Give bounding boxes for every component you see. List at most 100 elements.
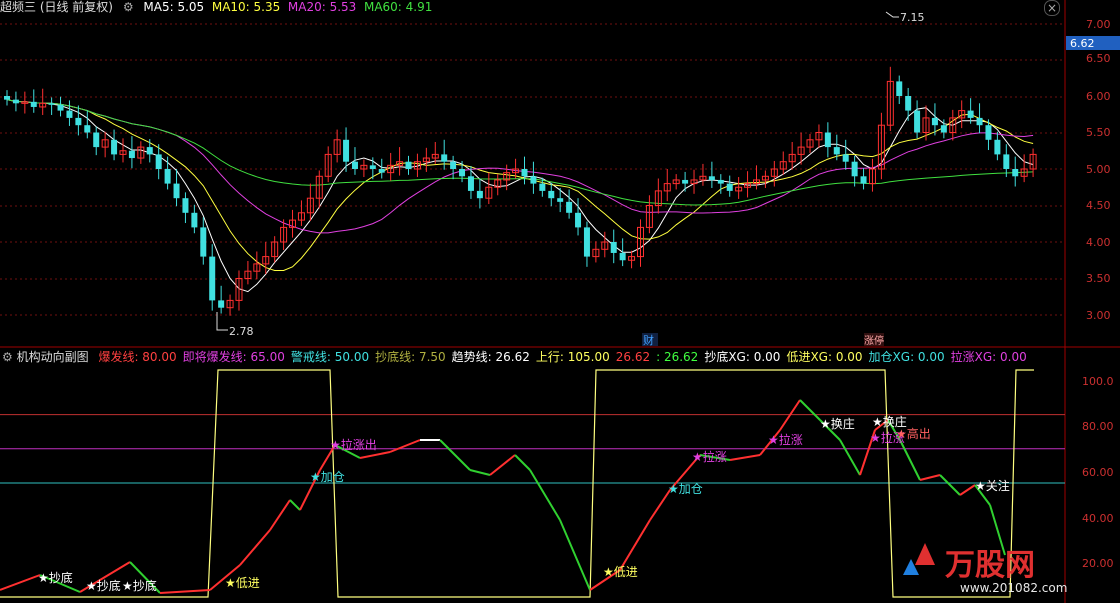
candle-body	[93, 132, 100, 148]
candle-body	[191, 212, 198, 228]
signal-label: ★抄底	[122, 578, 157, 593]
candle-body	[824, 132, 831, 148]
signal-label: ★抄底	[86, 578, 121, 593]
price-tick: 5.00	[1086, 163, 1111, 176]
candle-body	[173, 183, 180, 199]
candle-body	[441, 154, 448, 162]
signal-label: ★低进	[603, 565, 638, 579]
signal-label: ★拉涨	[692, 449, 727, 464]
signal-label: ★拉涨	[768, 432, 803, 447]
candle-body	[209, 256, 216, 301]
indicator-label: 加仓XG: 0.00	[868, 350, 945, 364]
candle-body	[976, 117, 983, 126]
candle-body	[111, 139, 118, 155]
candle-body	[450, 161, 457, 169]
close-icon[interactable]: ×	[1044, 0, 1060, 16]
candle-body	[967, 110, 974, 118]
stock-chart[interactable]: ★抄底★抄底 ★抄底 ★低进★加仓★拉涨出★低进★加仓★拉涨★拉涨★换庄★拉涨★高出…	[0, 0, 1120, 603]
candle-body	[1012, 169, 1019, 177]
candle-body	[57, 104, 64, 111]
signal-label: ★加仓	[310, 470, 345, 484]
candle-body	[896, 81, 903, 96]
settings-icon[interactable]: ⚙	[123, 0, 134, 14]
candle-body	[521, 169, 528, 177]
candle-body	[1003, 154, 1010, 169]
price-tick: 4.50	[1086, 199, 1111, 212]
candle-body	[343, 139, 350, 162]
sub-header: ⚙ 机构动向副图 爆发线: 80.00 即将爆发线: 65.00 警戒线: 50.0…	[2, 350, 1027, 364]
tag-label: 涨停	[864, 334, 884, 347]
cai-label: 财	[643, 333, 654, 347]
signal-label: ★换庄	[872, 414, 907, 429]
candle-body	[476, 190, 483, 199]
candle-body	[931, 117, 938, 126]
indicator-label: 26.62	[615, 350, 651, 364]
signal-label: ★关注	[975, 478, 1010, 493]
current-price-label: 6.62	[1070, 37, 1095, 50]
candle-body	[369, 165, 376, 169]
indicator-label: 低进XG: 0.00	[786, 350, 863, 364]
ma60-label: MA60: 4.91	[363, 0, 433, 14]
price-tick: 3.00	[1086, 309, 1111, 322]
candle-body	[155, 154, 162, 169]
candle-body	[619, 252, 626, 261]
candle-body	[860, 176, 867, 184]
candle-body	[459, 169, 466, 177]
indicator-label: 即将爆发线: 65.00	[182, 350, 285, 364]
candle-body	[985, 125, 992, 140]
candle-body	[164, 169, 171, 184]
candle-body	[378, 169, 385, 173]
candle-body	[30, 101, 37, 107]
signal-label: ★低进	[225, 576, 260, 590]
candle-body	[84, 125, 91, 133]
candle-body	[200, 227, 207, 257]
candle-body	[566, 201, 573, 213]
candle-body	[12, 99, 19, 104]
candle-body	[467, 176, 474, 191]
candle-body	[218, 300, 225, 308]
indicator-label: : 26.62	[656, 350, 699, 364]
indicator-label: 抄底线: 7.50	[375, 350, 446, 364]
candle-body	[128, 150, 135, 159]
price-axis: 7.00 6.50 6.00 5.50 5.00 4.50 4.00 3.50 …	[1086, 18, 1111, 322]
stock-title: 超频三 (日线 前复权)	[0, 0, 113, 14]
candle-body	[851, 161, 858, 177]
candle-body	[4, 96, 10, 100]
candle-body	[557, 198, 564, 202]
watermark-brand: 万股网	[945, 548, 1035, 583]
sub-tick: 60.00	[1082, 466, 1114, 479]
candle-body	[575, 212, 582, 228]
watermark-url: www.201082.com	[960, 581, 1067, 595]
candle-body	[146, 147, 153, 155]
candle-body	[682, 179, 689, 184]
price-tick: 6.50	[1086, 52, 1111, 65]
signal-label: ★抄底	[38, 570, 73, 585]
signal-label: ★加仓	[668, 482, 703, 496]
indicator-label: 趋势线: 26.62	[451, 350, 530, 364]
indicator-label: 上行: 105.00	[535, 350, 610, 364]
candle-body	[914, 110, 921, 133]
candle-body	[75, 117, 82, 126]
sub-title: 机构动向副图	[16, 350, 89, 364]
sub-tick: 80.00	[1082, 420, 1114, 433]
candle-body	[833, 147, 840, 155]
sub-tick: 100.0	[1082, 375, 1114, 388]
candle-body	[905, 96, 912, 111]
ma10-label: MA10: 5.35	[211, 0, 281, 14]
price-tick: 3.50	[1086, 272, 1111, 285]
indicator-label: 爆发线: 80.00	[98, 350, 177, 364]
candle-body	[842, 154, 849, 162]
candle-body	[539, 183, 546, 191]
indicator-label: 抄底XG: 0.00	[704, 350, 781, 364]
main-header: 超频三 (日线 前复权) ⚙ MA5: 5.05 MA10: 5.35 MA20…	[0, 0, 432, 14]
indicator-label: 拉涨XG: 0.00	[950, 350, 1027, 364]
price-tick: 6.00	[1086, 90, 1111, 103]
price-tick: 7.00	[1086, 18, 1111, 31]
price-tick: 4.00	[1086, 236, 1111, 249]
sub-tick: 40.00	[1082, 512, 1114, 525]
candle-body	[994, 139, 1001, 155]
settings-icon[interactable]: ⚙	[2, 350, 13, 364]
chart-background	[0, 0, 1120, 603]
ma20-label: MA20: 5.53	[287, 0, 357, 14]
sub-tick: 20.00	[1082, 557, 1114, 570]
